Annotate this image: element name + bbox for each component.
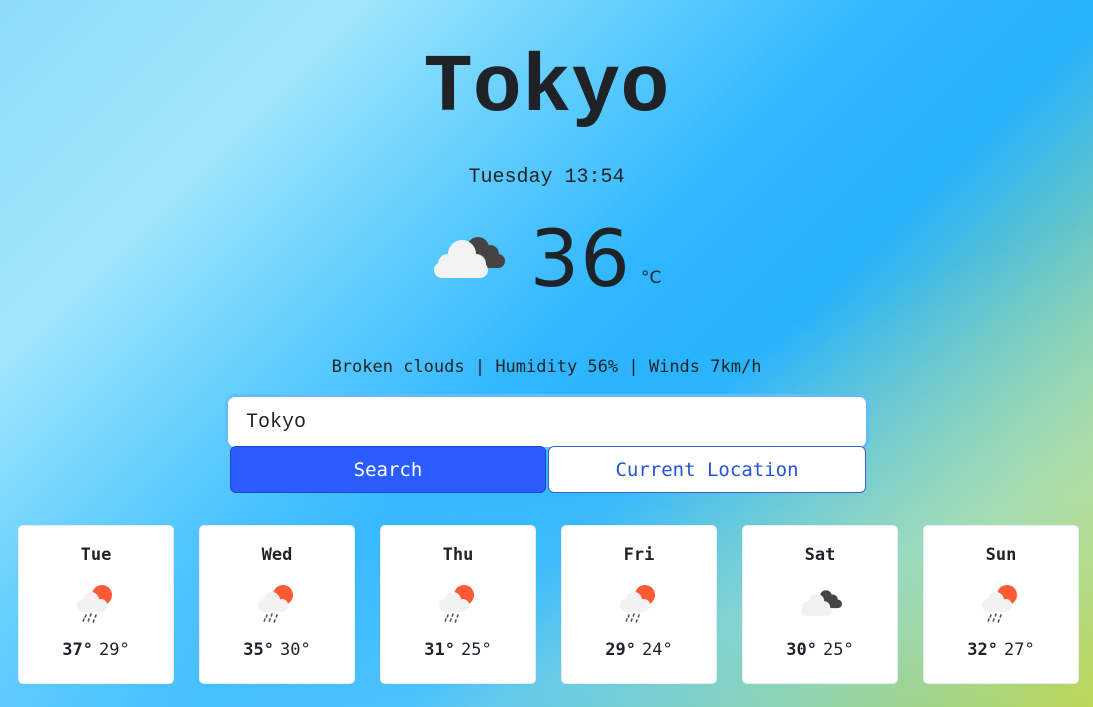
low-temp: 24° [642,640,673,660]
forecast-temps: 37° 29° [62,639,129,661]
low-temp: 30° [280,640,311,660]
low-temp: 27° [1004,640,1035,660]
rain-sun-icon [620,585,655,623]
city-search-input[interactable] [228,397,866,447]
forecast-day: Fri [623,545,655,565]
weather-description: Broken clouds | Humidity 56% | Winds 7km… [331,357,762,377]
weather-app: Tokyo Tuesday 13:54 36 °C Broken clouds … [0,0,1093,707]
forecast-day: Sun [985,545,1017,565]
rain-sun-icon [439,585,474,623]
forecast-day: Tue [80,545,112,565]
forecast-temps: 31° 25° [424,639,491,661]
button-row: Search Current Location [228,446,866,493]
low-temp: 25° [461,640,492,660]
date-time: Tuesday 13:54 [468,166,625,189]
forecast-temps: 35° 30° [243,639,310,661]
high-temp: 32° [967,640,998,660]
high-temp: 29° [605,640,636,660]
forecast-card: Tue 37° 29° [18,525,174,684]
forecast-day: Sat [804,545,836,565]
forecast-day: Thu [442,545,474,565]
forecast-day: Wed [261,545,293,565]
current-temperature: 36 [529,215,631,305]
high-temp: 30° [786,640,817,660]
forecast-temps: 29° 24° [605,639,672,661]
forecast-card: Sun 32° 27° [923,525,1079,684]
forecast-temps: 30° 25° [786,639,853,661]
high-temp: 35° [243,640,274,660]
rain-sun-icon [258,585,293,623]
broken-clouds-icon [433,237,505,278]
search-button[interactable]: Search [230,446,546,493]
current-location-button[interactable]: Current Location [548,446,866,493]
search-form: Search Current Location [228,397,866,493]
low-temp: 25° [823,640,854,660]
current-weather: 36 °C [0,220,1093,300]
forecast-card: Fri 29° 24° [561,525,717,684]
forecast: Tue 37° 29° Wed 35° 30° Thu 31° 25° Fri … [18,525,1079,684]
low-temp: 29° [99,640,130,660]
rain-sun-icon [77,585,112,623]
rain-sun-icon [982,585,1017,623]
forecast-card: Wed 35° 30° [199,525,355,684]
high-temp: 31° [424,640,455,660]
temperature-unit: °C [640,268,662,288]
city-name: Tokyo [423,42,670,135]
broken-clouds-icon [801,590,842,616]
forecast-card: Sat 30° 25° [742,525,898,684]
forecast-card: Thu 31° 25° [380,525,536,684]
high-temp: 37° [62,640,93,660]
forecast-temps: 32° 27° [967,639,1034,661]
